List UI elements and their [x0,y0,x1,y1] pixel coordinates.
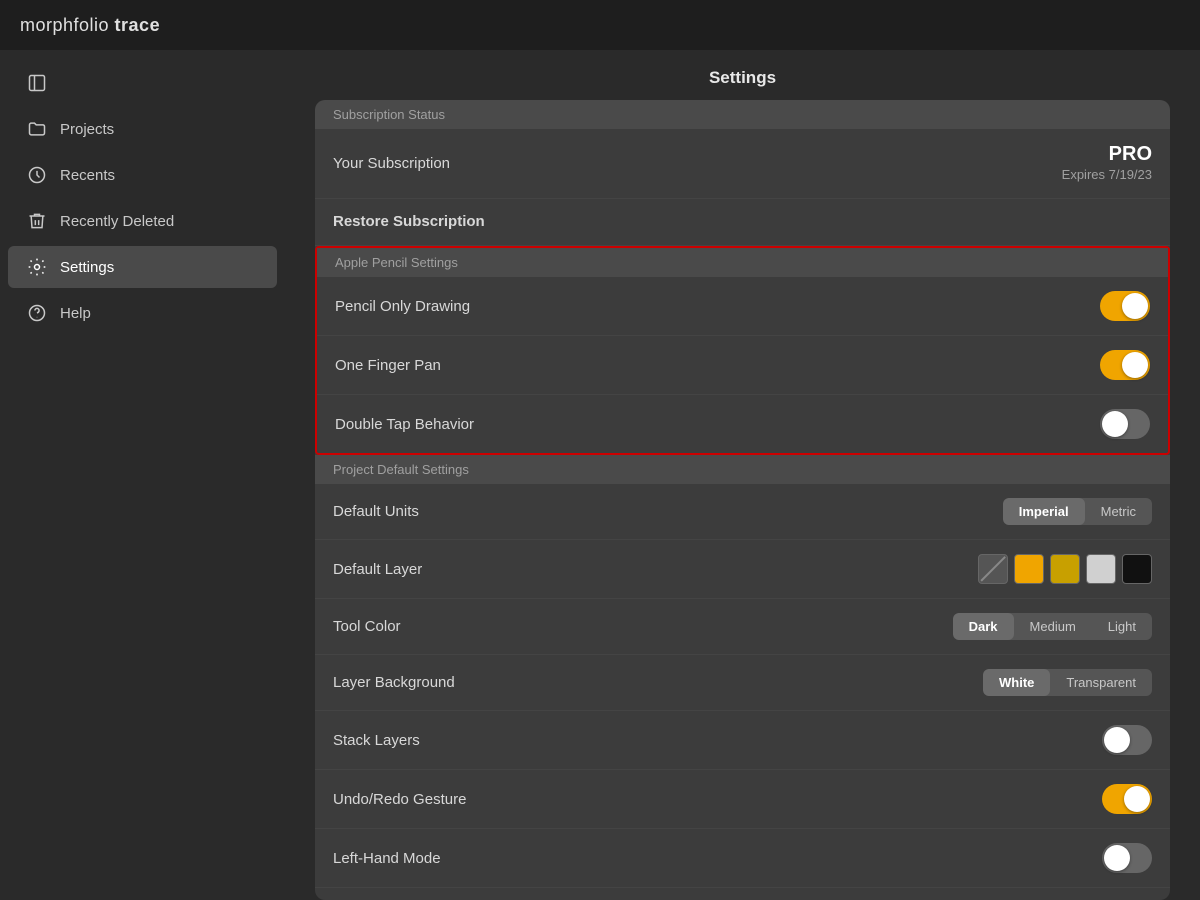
swatch-black[interactable] [1122,554,1152,584]
gear-icon [26,256,48,278]
section-header-project-defaults: Project Default Settings [315,455,1170,484]
sidebar-item-recently-deleted[interactable]: Recently Deleted [8,200,277,242]
sidebar-item-label: Projects [60,121,114,138]
panel-toggle-icon [26,72,48,94]
swatch-orange[interactable] [1014,554,1044,584]
seg-option-light[interactable]: Light [1092,613,1152,640]
app-title: morphfolio trace [20,15,160,36]
content-area: Settings Subscription Status Your Subscr… [285,50,1200,900]
setting-label: Tool Color [333,618,401,635]
toggle-knob [1122,352,1148,378]
toggle-knob [1124,786,1150,812]
sidebar-item-projects[interactable]: Projects [8,108,277,150]
sidebar: Projects Recents Recently Deleted Settin… [0,50,285,900]
subscription-value: PRO Expires 7/19/23 [1062,143,1152,184]
seg-option-dark[interactable]: Dark [953,613,1014,640]
swatch-yellow[interactable] [1050,554,1080,584]
setting-row-default-layer: Default Layer [315,540,1170,599]
swatch-light[interactable] [1086,554,1116,584]
question-icon [26,302,48,324]
toggle-stack-layers[interactable] [1102,725,1152,755]
sidebar-item-label: Recents [60,167,115,184]
pro-label: PRO [1062,143,1152,166]
setting-row-zoom-rotation-lock: Zoom Rotation Lock [315,888,1170,900]
toggle-double-tap-behavior[interactable] [1100,409,1150,439]
setting-row-one-finger-pan: One Finger Pan [317,336,1168,395]
toggle-left-hand-mode[interactable] [1102,843,1152,873]
toggle-knob [1104,727,1130,753]
setting-label: One Finger Pan [335,357,441,374]
setting-label: Layer Background [333,674,455,691]
setting-row-double-tap-behavior: Double Tap Behavior [317,395,1168,453]
setting-label: Undo/Redo Gesture [333,791,466,808]
segmented-control-layer-background: White Transparent [983,669,1152,696]
trash-icon [26,210,48,232]
settings-container: Subscription Status Your Subscription PR… [315,100,1170,900]
setting-row-layer-background: Layer Background White Transparent [315,655,1170,711]
setting-row-tool-color: Tool Color Dark Medium Light [315,599,1170,655]
setting-label: Your Subscription [333,155,450,172]
toggle-knob [1104,845,1130,871]
section-header-apple-pencil: Apple Pencil Settings [317,248,1168,277]
seg-option-metric[interactable]: Metric [1085,498,1152,525]
app-title-bold: trace [115,15,161,35]
setting-label: Left-Hand Mode [333,850,441,867]
toggle-one-finger-pan[interactable] [1100,350,1150,380]
seg-option-medium[interactable]: Medium [1014,613,1092,640]
setting-label: Stack Layers [333,732,420,749]
segmented-control-units: Imperial Metric [1003,498,1152,525]
page-title: Settings [315,50,1170,100]
segmented-control-tool-color: Dark Medium Light [953,613,1152,640]
sidebar-item-label: Help [60,305,91,322]
setting-label: Double Tap Behavior [335,416,474,433]
setting-label: Default Units [333,503,419,520]
setting-row-pencil-only-drawing: Pencil Only Drawing [317,277,1168,336]
section-header-subscription: Subscription Status [315,100,1170,129]
restore-label: Restore Subscription [333,213,485,230]
expires-label: Expires 7/19/23 [1062,167,1152,182]
setting-row-your-subscription: Your Subscription PRO Expires 7/19/23 [315,129,1170,199]
seg-option-imperial[interactable]: Imperial [1003,498,1085,525]
setting-row-undo-redo: Undo/Redo Gesture [315,770,1170,829]
sidebar-item-recents[interactable]: Recents [8,154,277,196]
swatch-slash[interactable] [978,554,1008,584]
seg-option-white[interactable]: White [983,669,1050,696]
sidebar-item-panel-toggle[interactable] [8,62,277,104]
sidebar-item-help[interactable]: Help [8,292,277,334]
setting-row-default-units: Default Units Imperial Metric [315,484,1170,540]
sidebar-item-label: Recently Deleted [60,213,174,230]
setting-row-left-hand-mode: Left-Hand Mode [315,829,1170,888]
apple-pencil-section: Apple Pencil Settings Pencil Only Drawin… [315,246,1170,455]
sidebar-item-settings[interactable]: Settings [8,246,277,288]
folder-icon [26,118,48,140]
toggle-undo-redo[interactable] [1102,784,1152,814]
toggle-knob [1102,411,1128,437]
toggle-pencil-only-drawing[interactable] [1100,291,1150,321]
toggle-knob [1122,293,1148,319]
clock-icon [26,164,48,186]
seg-option-transparent[interactable]: Transparent [1050,669,1152,696]
sidebar-item-label: Settings [60,259,114,276]
title-bar: morphfolio trace [0,0,1200,50]
setting-label: Pencil Only Drawing [335,298,470,315]
setting-label: Default Layer [333,561,422,578]
setting-row-restore-subscription[interactable]: Restore Subscription [315,199,1170,246]
setting-row-stack-layers: Stack Layers [315,711,1170,770]
main-layout: Projects Recents Recently Deleted Settin… [0,50,1200,900]
color-swatches [978,554,1152,584]
